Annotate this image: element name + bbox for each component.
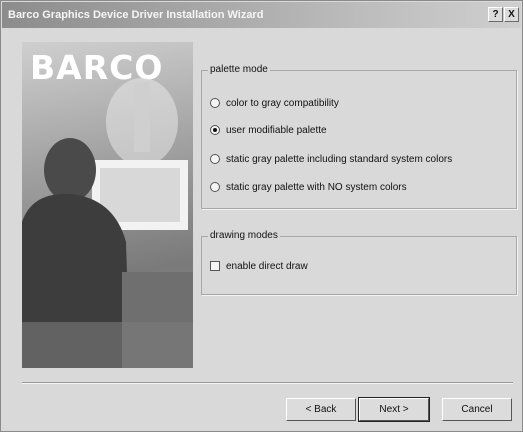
palette-mode-label: palette mode [208,64,270,75]
radio-label: user modifiable palette [226,124,327,136]
back-button[interactable]: < Back [286,398,356,421]
radio-option-color-to-gray[interactable]: color to gray compatibility [210,96,339,110]
close-button[interactable]: X [504,7,519,22]
cancel-button[interactable]: Cancel [442,398,512,421]
button-separator [22,382,513,384]
radio-option-user-modifiable[interactable]: user modifiable palette [210,123,327,137]
title-bar[interactable]: Barco Graphics Device Driver Installatio… [2,2,521,28]
palette-mode-group: palette mode color to gray compatibility… [201,64,517,209]
drawing-modes-group: drawing modes enable direct draw [201,230,517,295]
enable-direct-draw-option[interactable]: enable direct draw [210,259,308,273]
radio-button[interactable] [210,154,220,164]
radio-label: color to gray compatibility [226,97,339,109]
next-button[interactable]: Next > [358,397,430,422]
wizard-banner-image: BARCO [22,42,193,368]
enable-direct-draw-label: enable direct draw [226,260,308,272]
drawing-modes-label: drawing modes [208,230,280,241]
radio-button[interactable] [210,182,220,192]
enable-direct-draw-checkbox[interactable] [210,261,220,271]
radio-button[interactable] [210,98,220,108]
radio-label: static gray palette with NO system color… [226,181,407,193]
radio-option-static-gray-no-system[interactable]: static gray palette with NO system color… [210,180,407,194]
radio-label: static gray palette including standard s… [226,153,453,165]
window-title: Barco Graphics Device Driver Installatio… [8,9,264,21]
wizard-window: Barco Graphics Device Driver Installatio… [0,0,523,432]
help-button[interactable]: ? [488,7,503,22]
person-at-monitor-illustration [22,78,193,368]
radio-button-selected[interactable] [210,125,220,135]
radio-option-static-gray-system[interactable]: static gray palette including standard s… [210,152,452,166]
